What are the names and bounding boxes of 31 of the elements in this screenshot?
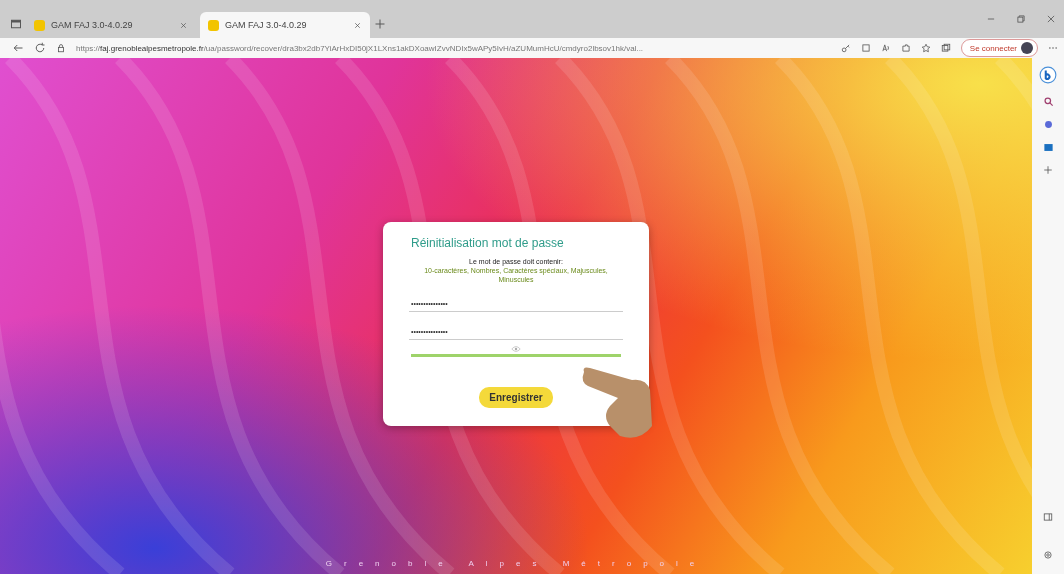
tab-actions-icon[interactable] [10,18,22,30]
dialog-title: Réinitialisation mot de passe [411,236,564,250]
new-tab-icon[interactable] [374,18,386,30]
sidebar-icon[interactable] [1043,512,1053,522]
chat-icon[interactable] [1039,66,1057,84]
settings-icon[interactable] [1043,550,1053,560]
address-bar-url[interactable]: https://faj.grenoblealpesmetropole.fr/ua/password/recover/dra3bx2db7YiArHxDI50jX1LXns1akDXoawIZvvNDIx5wAPy5IvH/aZUMumHcU/cmdyro2lbsov1hk/val... [76,43,831,53]
avatar-icon [1021,42,1033,54]
shapes-icon[interactable] [1042,119,1054,130]
favorites-icon[interactable] [920,43,931,53]
close-icon[interactable] [353,20,362,30]
close-icon[interactable] [1046,14,1056,24]
key-icon[interactable] [840,43,851,53]
back-arrow-icon[interactable] [12,42,24,54]
app-icon[interactable] [860,43,871,53]
save-button[interactable]: Enregistrer [479,387,553,409]
browser-tab[interactable]: GAM FAJ 3.0-4.0.29 [200,12,370,38]
add-icon[interactable] [1043,165,1053,175]
eye-icon[interactable] [511,346,521,353]
restore-icon[interactable] [1016,14,1026,24]
site-icon [34,19,45,31]
search-icon[interactable] [1042,96,1054,107]
collections-icon[interactable] [940,43,951,53]
reload-icon[interactable] [34,42,46,54]
footer-brand: Grenoble Alpes Métropole [325,559,707,568]
read-aloud-icon[interactable] [880,43,891,53]
lock-icon[interactable] [56,43,66,53]
browser-tab[interactable]: GAM FAJ 3.0-4.0.29 [26,12,196,38]
sign-in-button[interactable]: Se connecter [960,39,1038,57]
site-icon [208,19,219,31]
close-icon[interactable] [179,20,188,30]
